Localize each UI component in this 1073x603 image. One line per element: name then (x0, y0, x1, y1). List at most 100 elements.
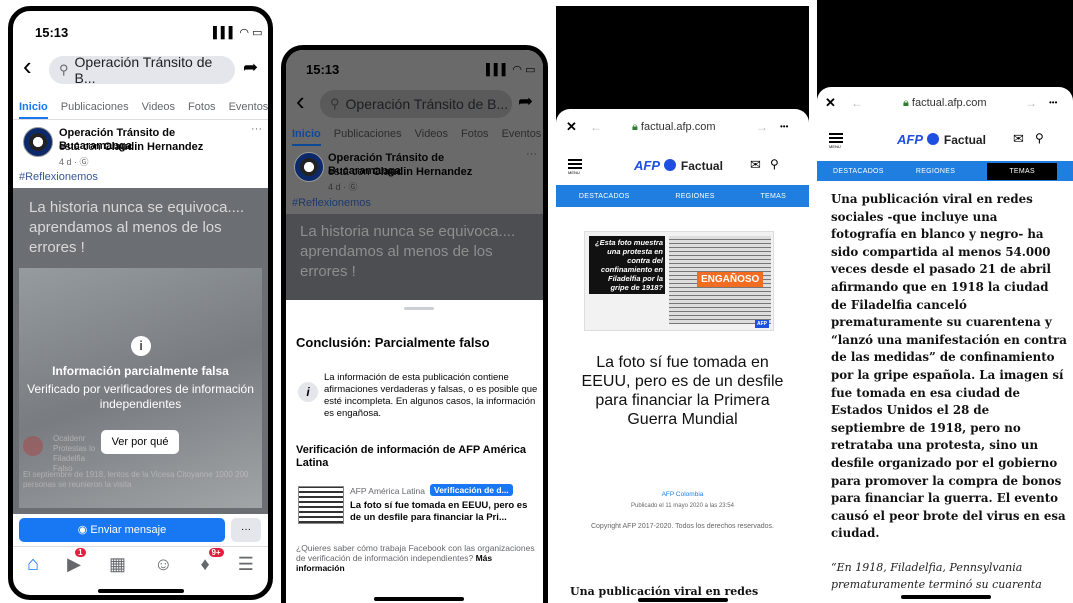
page-search-bar[interactable]: ⚲ Operación Tránsito de B... (320, 90, 512, 118)
sheet-handle[interactable] (404, 307, 434, 310)
close-tab-icon[interactable]: ✕ (825, 95, 836, 111)
overlay-title: Información parcialmente falsa (52, 364, 229, 378)
home-icon[interactable]: ⌂ (27, 553, 39, 576)
phone-screenshot-2: 15:13 ▌▌▌ ◠ ▭ ‹ ⚲ Operación Tránsito de … (281, 45, 548, 603)
tab-inicio[interactable]: Inicio (19, 101, 48, 119)
with-prefix: está con (328, 166, 373, 178)
tagged-user[interactable]: Claudin Hernandez (373, 166, 473, 178)
nav-destacados[interactable]: DESTACADOS (833, 168, 884, 175)
post-meta: 4 d · Ⓖ (59, 157, 89, 167)
browser-menu-icon[interactable]: ••• (780, 122, 788, 131)
nav-temas[interactable]: TEMAS (760, 193, 786, 200)
article-hero-image[interactable]: ¿Esta foto muestra una protesta en contr… (584, 231, 774, 331)
tab-fotos[interactable]: Fotos (188, 101, 216, 119)
status-icons: ▌▌▌ ◠ ▭ (213, 27, 263, 39)
copyright: Copyright AFP 2017-2020. Todos los derec… (590, 523, 775, 530)
hamburger-menu[interactable]: MENU (829, 133, 843, 149)
article-quote: “En 1918, Filadelfia, Pennsylvania prema… (831, 561, 1042, 591)
hashtag[interactable]: #Reflexionemos (292, 197, 371, 209)
page-avatar[interactable] (294, 152, 324, 182)
post-with: está con Claudin Hernandez (59, 141, 203, 154)
afp-tag: AFP (755, 320, 769, 328)
home-indicator (901, 595, 991, 599)
more-actions-button[interactable]: ··· (231, 518, 261, 542)
share-icon[interactable]: ➦ (518, 91, 533, 112)
search-text: Operación Tránsito de B... (345, 96, 509, 112)
back-arrow-icon[interactable]: ← (851, 96, 863, 110)
verification-title: Verificación de información de AFP Améri… (296, 444, 527, 469)
fact-check-sheet: Conclusión: Parcialmente falso i La info… (286, 300, 543, 603)
phone-screenshot-3: ✕ ← 🔒︎ factual.afp.com → ••• MENU AFP Fa… (556, 6, 809, 603)
video-badge: 1 (75, 547, 86, 557)
back-arrow-icon[interactable]: ← (590, 120, 602, 134)
nav-temas[interactable]: TEMAS (987, 162, 1057, 180)
send-message-button[interactable]: ◉ Enviar mensaje (19, 518, 225, 542)
info-icon: i (131, 336, 151, 356)
bell-icon[interactable]: ♦ 9+ (201, 547, 224, 575)
tagged-user[interactable]: Claudin Hernandez (104, 141, 204, 153)
search-icon: ⚲ (59, 62, 69, 77)
post-with: está con Claudin Hernandez (328, 166, 472, 179)
hashtag[interactable]: #Reflexionemos (19, 171, 98, 183)
post-more-icon[interactable]: ··· (251, 123, 262, 135)
close-tab-icon[interactable]: ✕ (566, 119, 577, 135)
nav-regiones[interactable]: REGIONES (675, 193, 714, 200)
lock-icon: 🔒︎ (632, 121, 638, 133)
tab-inicio[interactable]: Inicio (292, 128, 321, 146)
article-lede: Una publicación viral en redes (570, 585, 759, 598)
tab-fotos[interactable]: Fotos (461, 128, 489, 146)
article-title-link[interactable]: La foto sí fue tomada en EEUU, pero es d… (350, 500, 540, 524)
nav-destacados[interactable]: DESTACADOS (579, 193, 630, 200)
tab-publicaciones[interactable]: Publicaciones (334, 128, 402, 146)
forward-arrow-icon[interactable]: → (756, 120, 768, 134)
page-search-bar[interactable]: ⚲ Operación Tránsito de B... (49, 54, 235, 86)
mail-icon[interactable]: ✉ (750, 157, 761, 173)
image-claim-text: ¿Esta foto muestra una protesta en contr… (589, 236, 665, 294)
nav-divider (13, 546, 268, 547)
nav-regiones[interactable]: REGIONES (916, 168, 955, 175)
see-why-button[interactable]: Ver por qué (101, 430, 179, 454)
back-icon[interactable]: ‹ (296, 88, 305, 114)
messenger-icon: ◉ (77, 524, 91, 536)
tab-videos[interactable]: Videos (142, 101, 175, 119)
article-byline[interactable]: AFP Colombia (556, 491, 809, 498)
browser-menu-icon[interactable]: ••• (1049, 98, 1057, 107)
tab-videos[interactable]: Videos (415, 128, 448, 146)
url-bar[interactable]: 🔒︎ factual.afp.com (632, 121, 716, 134)
afp-logo-text: AFP (897, 132, 923, 147)
post-more-icon[interactable]: ··· (526, 148, 537, 160)
tab-divider (13, 119, 268, 120)
store-icon[interactable]: ▦ (109, 554, 126, 575)
conclusion-title: Conclusión: Parcialmente falso (296, 335, 490, 350)
back-icon[interactable]: ‹ (23, 53, 32, 79)
groups-icon[interactable]: ☺ (154, 554, 172, 575)
tab-eventos[interactable]: Eventos (502, 128, 542, 146)
verification-badge: Verificación de d... (430, 484, 513, 496)
article-thumbnail[interactable] (298, 486, 344, 524)
forward-arrow-icon[interactable]: → (1025, 96, 1037, 110)
dimmed-background: 15:13 ▌▌▌ ◠ ▭ ‹ ⚲ Operación Tránsito de … (286, 50, 543, 300)
tab-eventos[interactable]: Eventos (229, 101, 268, 119)
faded-avatar (23, 436, 43, 456)
afp-logo-text: AFP (634, 158, 660, 173)
tab-publicaciones[interactable]: Publicaciones (61, 101, 129, 119)
home-indicator (98, 589, 184, 593)
url-text: factual.afp.com (640, 121, 716, 133)
url-bar[interactable]: 🔒︎ factual.afp.com (903, 97, 987, 110)
share-icon[interactable]: ➦ (243, 57, 258, 78)
url-text: factual.afp.com (911, 97, 987, 109)
mail-icon[interactable]: ✉ (1013, 131, 1024, 147)
page-avatar[interactable] (23, 127, 53, 157)
site-nav-bar: DESTACADOS REGIONES TEMAS (817, 161, 1073, 181)
footer-question-text: ¿Quieres saber cómo trabaja Facebook con… (296, 543, 535, 563)
search-icon[interactable]: ⚲ (770, 157, 779, 171)
article-body: Una publicación viral en redes sociales … (831, 192, 1067, 541)
afp-factual-logo[interactable]: AFP Factual (897, 131, 986, 149)
search-icon[interactable]: ⚲ (1035, 131, 1044, 145)
video-icon[interactable]: ▶ 1 (67, 547, 86, 575)
menu-icon[interactable]: ☰ (238, 554, 254, 575)
post-text: La historia nunca se equivoca.... aprend… (300, 223, 516, 280)
info-text: La información de esta publicación conti… (324, 372, 538, 419)
hamburger-menu[interactable]: MENU (568, 159, 582, 175)
afp-factual-logo[interactable]: AFP Factual (634, 157, 723, 175)
